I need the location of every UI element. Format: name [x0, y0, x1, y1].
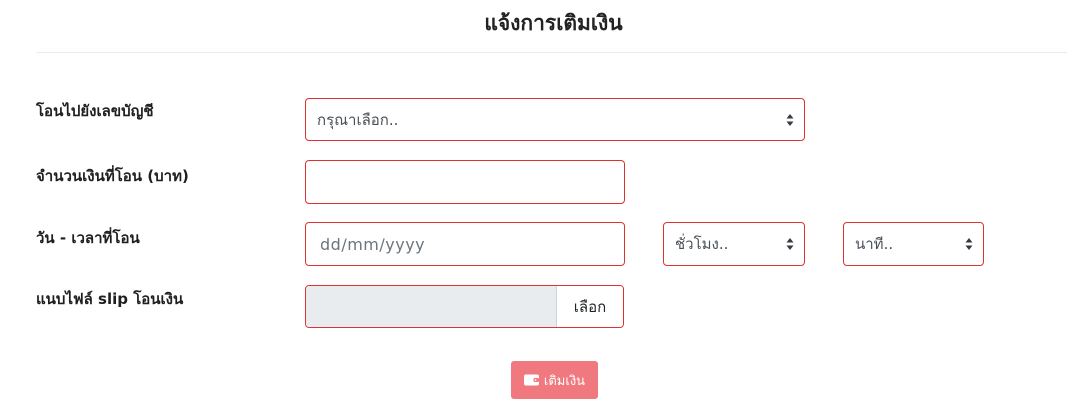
account-select[interactable]: กรุณาเลือก.. [305, 98, 805, 141]
topup-submit-button[interactable]: เติมเงิน [511, 361, 598, 399]
topup-submit-label: เติมเงิน [543, 373, 586, 389]
date-input[interactable]: dd/mm/yyyy [305, 222, 625, 266]
hour-select-value: ชั่วโมง.. [675, 235, 729, 253]
slip-file-name-field[interactable] [306, 286, 557, 327]
date-input-placeholder: dd/mm/yyyy [320, 234, 426, 254]
sort-arrows-icon [965, 238, 973, 250]
slip-label: แนบไฟล์ slip โอนเงิน [36, 290, 184, 308]
hour-select[interactable]: ชั่วโมง.. [663, 222, 805, 266]
sort-arrows-icon [786, 238, 794, 250]
slip-browse-button[interactable]: เลือก [557, 286, 623, 327]
slip-file-input[interactable]: เลือก [305, 285, 624, 328]
sort-arrows-icon [786, 113, 794, 126]
amount-input[interactable] [305, 160, 625, 204]
account-label: โอนไปยังเลขบัญชี [36, 102, 154, 120]
header-divider [36, 52, 1067, 53]
amount-label: จำนวนเงินที่โอน (บาท) [36, 167, 189, 185]
page-title: แจ้งการเติมเงิน [484, 11, 623, 35]
minute-select-value: นาที.. [855, 235, 894, 253]
wallet-icon [523, 374, 539, 386]
account-select-value: กรุณาเลือก.. [317, 110, 399, 129]
datetime-label: วัน - เวลาที่โอน [36, 229, 140, 247]
minute-select[interactable]: นาที.. [843, 222, 984, 266]
